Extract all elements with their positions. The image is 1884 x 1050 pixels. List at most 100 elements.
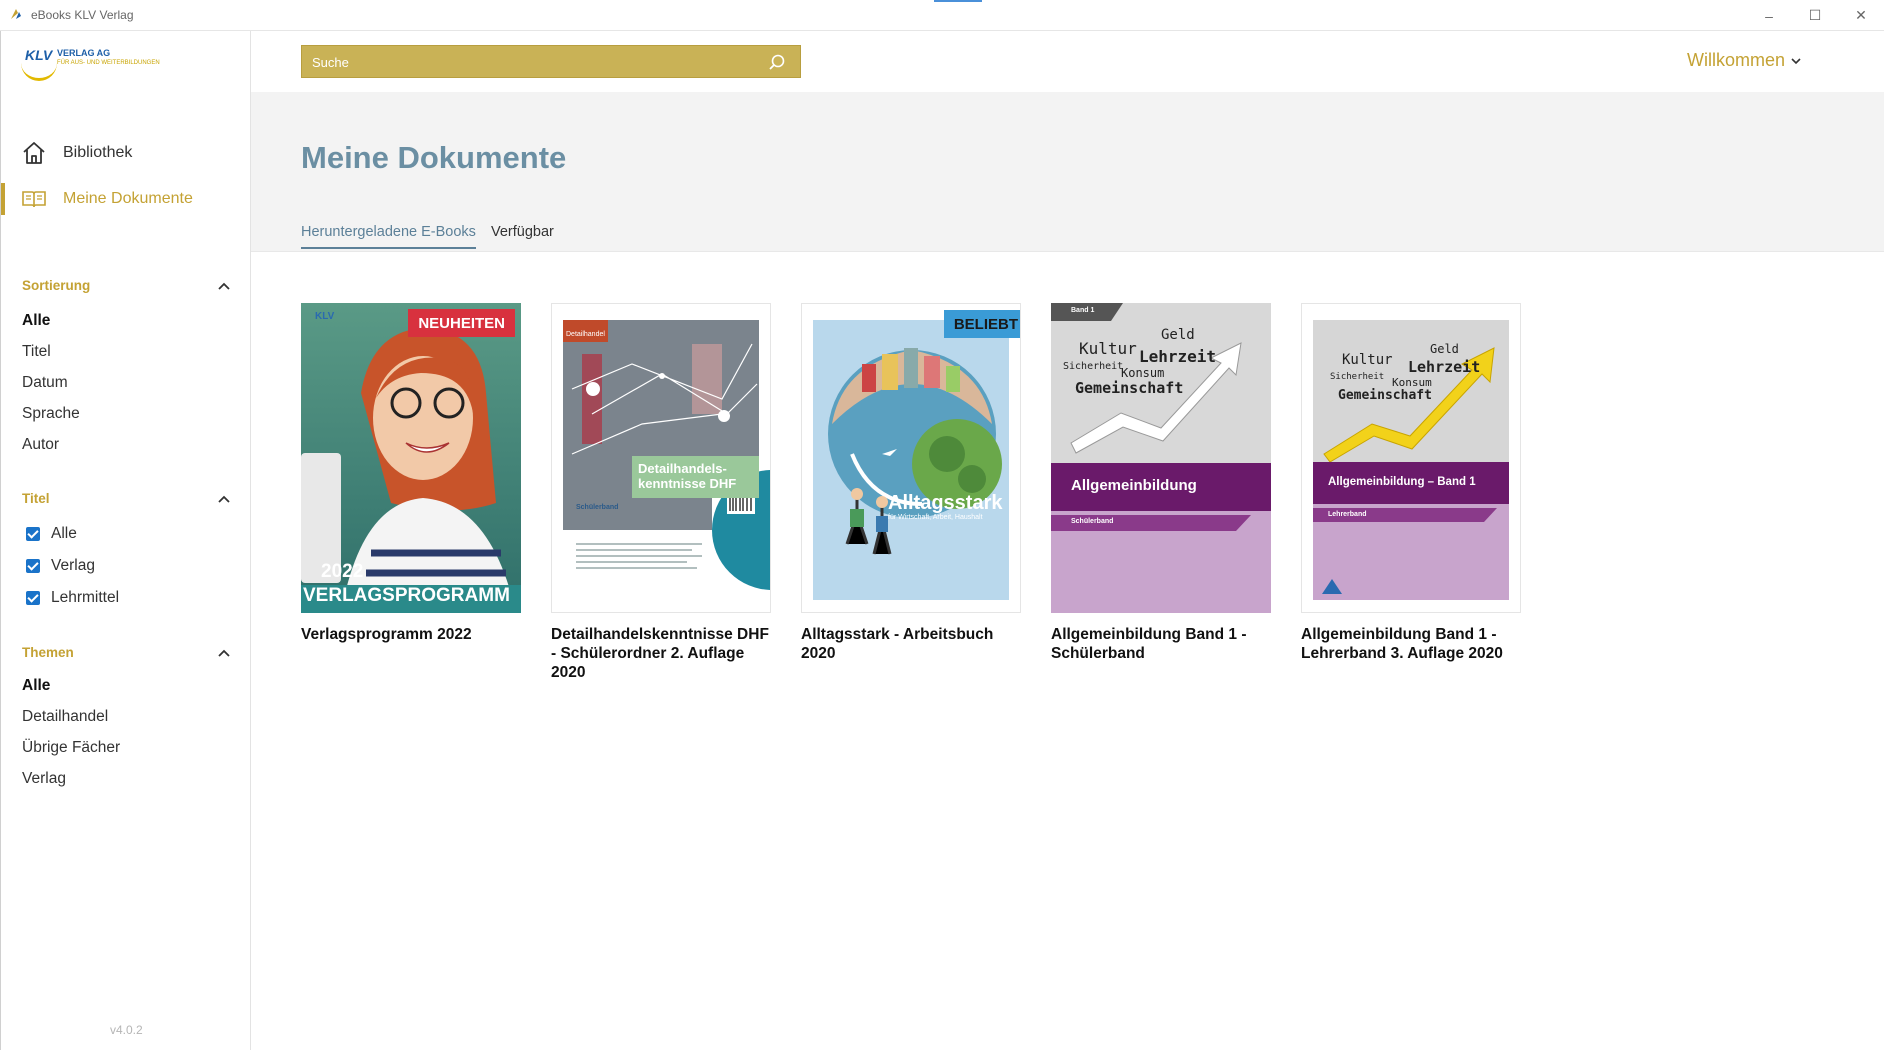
sorting-title: Sortierung <box>22 278 91 293</box>
cover-heading: Allgemeinbildung – Band 1 <box>1328 476 1476 488</box>
tab-heruntergeladene-ebooks[interactable]: Heruntergeladene E-Books <box>301 224 476 249</box>
theme-option-alle[interactable]: Alle <box>22 677 50 695</box>
cover-word: Konsum <box>1121 366 1165 380</box>
chevron-up-icon <box>218 495 230 503</box>
home-icon <box>23 142 45 164</box>
cover-word: Kultur <box>1342 352 1393 368</box>
cover-band: Band 1 <box>1071 307 1095 314</box>
sidebar: KLV VERLAG AG FÜR AUS- UND WEITERBILDUNG… <box>0 31 251 1050</box>
tab-verfuegbar[interactable]: Verfügbar <box>491 224 554 247</box>
book-title[interactable]: Allgemeinbildung Band 1 - Schülerband <box>1051 625 1271 663</box>
book-card[interactable]: KLV 2022 VERLAGSPROGRAMM NEUHEITEN Verla… <box>301 303 521 644</box>
logo-tagline: FÜR AUS- UND WEITERBILDUNGEN <box>57 60 160 66</box>
open-book-icon <box>22 191 46 208</box>
filter-checkbox-verlag[interactable]: Verlag <box>26 556 95 576</box>
chevron-up-icon <box>218 649 230 657</box>
welcome-label: Willkommen <box>1687 50 1786 70</box>
book-card[interactable]: Alltagsstark für Wirtschaft, Arbeit, Hau… <box>801 303 1021 663</box>
checkbox-checked[interactable] <box>26 527 40 541</box>
badge-neuheiten: NEUHEITEN <box>408 309 515 337</box>
badge-beliebt: BELIEBT <box>943 310 1020 338</box>
checkbox-label: Verlag <box>51 557 95 574</box>
title-filter-section-toggle[interactable]: Titel <box>22 489 232 509</box>
search-input[interactable]: Suche <box>301 45 801 78</box>
theme-option-detailhandel[interactable]: Detailhandel <box>22 708 108 726</box>
page-title: Meine Dokumente <box>301 140 567 175</box>
cover-subtitle: Schülerband <box>576 504 619 511</box>
sort-option-sprache[interactable]: Sprache <box>22 405 80 423</box>
checkbox-label: Lehrmittel <box>51 589 120 606</box>
cover-word: Geld <box>1430 342 1459 356</box>
cover-heading: Detailhandels- kenntnisse DHF <box>632 456 759 498</box>
cover-word: Kultur <box>1079 339 1137 358</box>
app-version: v4.0.2 <box>110 1023 143 1037</box>
cover-year: 2022 <box>321 561 364 582</box>
taskbar-accent <box>934 0 982 2</box>
nav-label: Meine Dokumente <box>63 190 193 207</box>
cover-subtitle: für Wirtschaft, Arbeit, Haushalt <box>888 514 983 521</box>
book-title[interactable]: Allgemeinbildung Band 1 - Lehrerband 3. … <box>1301 625 1521 663</box>
maximize-button[interactable]: ☐ <box>1792 0 1838 31</box>
nav-label: Bibliothek <box>63 144 133 161</box>
book-cover[interactable]: Detailhandel Detailhandels- kenntnisse D… <box>551 303 771 613</box>
cover-alltagsstark-illustration <box>813 320 1009 600</box>
theme-option-uebrige-faecher[interactable]: Übrige Fächer <box>22 739 120 757</box>
sort-option-alle[interactable]: Alle <box>22 312 50 330</box>
book-card[interactable]: Kultur Geld Lehrzeit Sicherheit Konsum G… <box>1301 303 1521 663</box>
app-icon <box>11 9 21 19</box>
user-menu[interactable]: Willkommen <box>1687 50 1802 71</box>
chevron-up-icon <box>218 282 230 290</box>
book-title[interactable]: Detailhandelskenntnisse DHF - Schülerord… <box>551 625 771 682</box>
minimize-button[interactable]: – <box>1746 0 1792 31</box>
checkbox-checked[interactable] <box>26 559 40 573</box>
top-bar: Suche Willkommen <box>251 31 1884 92</box>
logo-swoosh <box>21 61 57 81</box>
cover-tag: Detailhandel <box>566 331 605 338</box>
book-title[interactable]: Alltagsstark - Arbeitsbuch 2020 <box>801 625 1021 663</box>
sort-option-titel[interactable]: Titel <box>22 343 51 361</box>
chevron-down-icon <box>1791 57 1801 64</box>
logo-name: VERLAG AG <box>57 48 111 58</box>
sorting-section-toggle[interactable]: Sortierung <box>22 276 232 296</box>
book-cover[interactable]: Band 1 Kultur Geld Lehrzeit Sicherheit K… <box>1051 303 1271 613</box>
book-cover[interactable]: KLV 2022 VERLAGSPROGRAMM NEUHEITEN <box>301 303 521 613</box>
cover-word: Gemeinschaft <box>1075 379 1184 397</box>
klv-logo[interactable]: KLV VERLAG AG FÜR AUS- UND WEITERBILDUNG… <box>21 45 161 89</box>
nav-bibliothek[interactable]: Bibliothek <box>1 133 251 173</box>
cover-heading: Alltagsstark <box>888 492 1003 514</box>
theme-option-verlag[interactable]: Verlag <box>22 770 66 788</box>
book-card[interactable]: Detailhandel Detailhandels- kenntnisse D… <box>551 303 771 682</box>
close-button[interactable]: ✕ <box>1838 0 1884 31</box>
cover-word: Lehrzeit <box>1408 358 1481 376</box>
cover-subtitle: Schülerband <box>1071 518 1114 525</box>
nav-meine-dokumente[interactable]: Meine Dokumente <box>1 179 251 219</box>
checkbox-checked[interactable] <box>26 591 40 605</box>
filter-checkbox-lehrmittel[interactable]: Lehrmittel <box>26 588 119 608</box>
book-card[interactable]: Band 1 Kultur Geld Lehrzeit Sicherheit K… <box>1051 303 1271 663</box>
window-titlebar: eBooks KLV Verlag – ☐ ✕ <box>0 0 1884 31</box>
book-cover[interactable]: Kultur Geld Lehrzeit Sicherheit Konsum G… <box>1301 303 1521 613</box>
title-filter-title: Titel <box>22 491 50 506</box>
cover-word: Sicherheit <box>1330 372 1385 382</box>
window-title: eBooks KLV Verlag <box>31 8 134 22</box>
search-icon[interactable] <box>768 53 786 71</box>
cover-subtitle: Lehrerband <box>1328 511 1367 518</box>
cover-word: Geld <box>1161 327 1195 343</box>
filter-checkbox-alle[interactable]: Alle <box>26 524 77 544</box>
sort-option-datum[interactable]: Datum <box>22 374 68 392</box>
book-cover[interactable]: Alltagsstark für Wirtschaft, Arbeit, Hau… <box>801 303 1021 613</box>
sort-option-autor[interactable]: Autor <box>22 436 59 454</box>
themes-section-toggle[interactable]: Themen <box>22 643 232 663</box>
book-title[interactable]: Verlagsprogramm 2022 <box>301 625 521 644</box>
cover-logo: KLV <box>315 311 335 322</box>
cover-word: Sicherheit <box>1063 361 1124 372</box>
cover-allgemeinbildung-lehrerband-illustration <box>1313 320 1509 600</box>
page-header: Meine Dokumente Heruntergeladene E-Books… <box>251 92 1884 252</box>
cover-heading: Allgemeinbildung <box>1071 477 1197 494</box>
search-placeholder: Suche <box>312 55 349 70</box>
themes-title: Themen <box>22 645 74 660</box>
cover-word: Gemeinschaft <box>1338 388 1432 403</box>
cover-word: Lehrzeit <box>1139 347 1217 366</box>
cover-banner: VERLAGSPROGRAMM <box>301 585 521 613</box>
checkbox-label: Alle <box>51 525 77 542</box>
